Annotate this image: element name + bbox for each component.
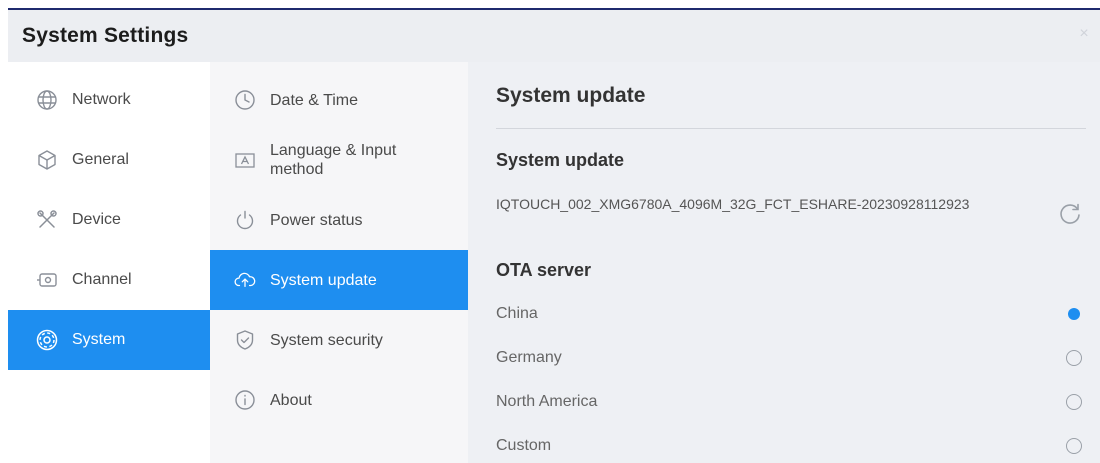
cloud-upload-icon — [234, 269, 256, 291]
nav-label-network: Network — [72, 91, 131, 108]
radio-selected-icon[interactable] — [1068, 308, 1080, 320]
nav-item-device[interactable]: Device — [8, 190, 210, 250]
nav-item-network[interactable]: Network — [8, 70, 210, 130]
submenu-label-date-time: Date & Time — [270, 91, 359, 109]
globe-icon — [36, 89, 58, 111]
submenu-label-about: About — [270, 391, 312, 409]
gear-icon — [36, 329, 58, 351]
check-update-button[interactable] — [1056, 200, 1084, 228]
panel-divider — [496, 128, 1086, 129]
system-update-heading: System update — [496, 150, 625, 170]
submenu-label-system-update: System update — [270, 271, 377, 289]
cube-icon — [36, 149, 58, 171]
ota-option-custom[interactable]: Custom — [496, 424, 1096, 463]
close-icon[interactable]: × — [1076, 26, 1092, 42]
ota-option-label: China — [496, 305, 538, 322]
radio-unselected-icon[interactable] — [1066, 394, 1082, 410]
info-icon — [234, 389, 256, 411]
submenu-item-language-input[interactable]: Language & Input method — [210, 130, 468, 190]
clock-icon — [234, 89, 256, 111]
system-update-panel: System update System update IQTOUCH_002_… — [468, 62, 1100, 463]
nav-item-general[interactable]: General — [8, 130, 210, 190]
radio-unselected-icon[interactable] — [1066, 350, 1082, 366]
nav-label-system: System — [72, 331, 126, 348]
power-icon — [234, 209, 256, 231]
main-nav: Network General Device Channel System — [8, 62, 210, 463]
ota-server-heading: OTA server — [496, 260, 592, 280]
ota-option-label: North America — [496, 393, 598, 410]
submenu-item-system-security[interactable]: System security — [210, 310, 468, 370]
firmware-version: IQTOUCH_002_XMG6780A_4096M_32G_FCT_ESHAR… — [496, 196, 970, 212]
keyboard-icon — [234, 149, 256, 171]
submenu-item-power-status[interactable]: Power status — [210, 190, 468, 250]
panel-title: System update — [496, 84, 646, 107]
tools-icon — [36, 209, 58, 231]
ota-option-label: Custom — [496, 437, 552, 454]
nav-item-system[interactable]: System — [8, 310, 210, 370]
title-bar: System Settings × — [8, 10, 1100, 62]
submenu-item-about[interactable]: About — [210, 370, 468, 430]
submenu-item-system-update[interactable]: System update — [210, 250, 468, 310]
shield-icon — [234, 329, 256, 351]
submenu-label-language-input: Language & Input method — [270, 142, 397, 178]
settings-window: System Settings × Network General Device — [8, 8, 1100, 463]
ota-option-north-america[interactable]: North America — [496, 380, 1096, 424]
ota-option-china[interactable]: China — [496, 292, 1096, 336]
system-submenu: Date & Time Language & Input method Powe… — [210, 62, 468, 463]
window-title: System Settings — [22, 24, 189, 47]
input-port-icon — [36, 269, 58, 291]
ota-option-label: Germany — [496, 349, 562, 366]
submenu-item-date-time[interactable]: Date & Time — [210, 70, 468, 130]
nav-item-channel[interactable]: Channel — [8, 250, 210, 310]
nav-label-channel: Channel — [72, 271, 132, 288]
refresh-icon — [1060, 203, 1080, 224]
nav-label-device: Device — [72, 211, 121, 228]
submenu-label-system-security: System security — [270, 331, 383, 349]
radio-unselected-icon[interactable] — [1066, 438, 1082, 454]
ota-option-germany[interactable]: Germany — [496, 336, 1096, 380]
submenu-label-power-status: Power status — [270, 211, 363, 229]
nav-label-general: General — [72, 151, 129, 168]
